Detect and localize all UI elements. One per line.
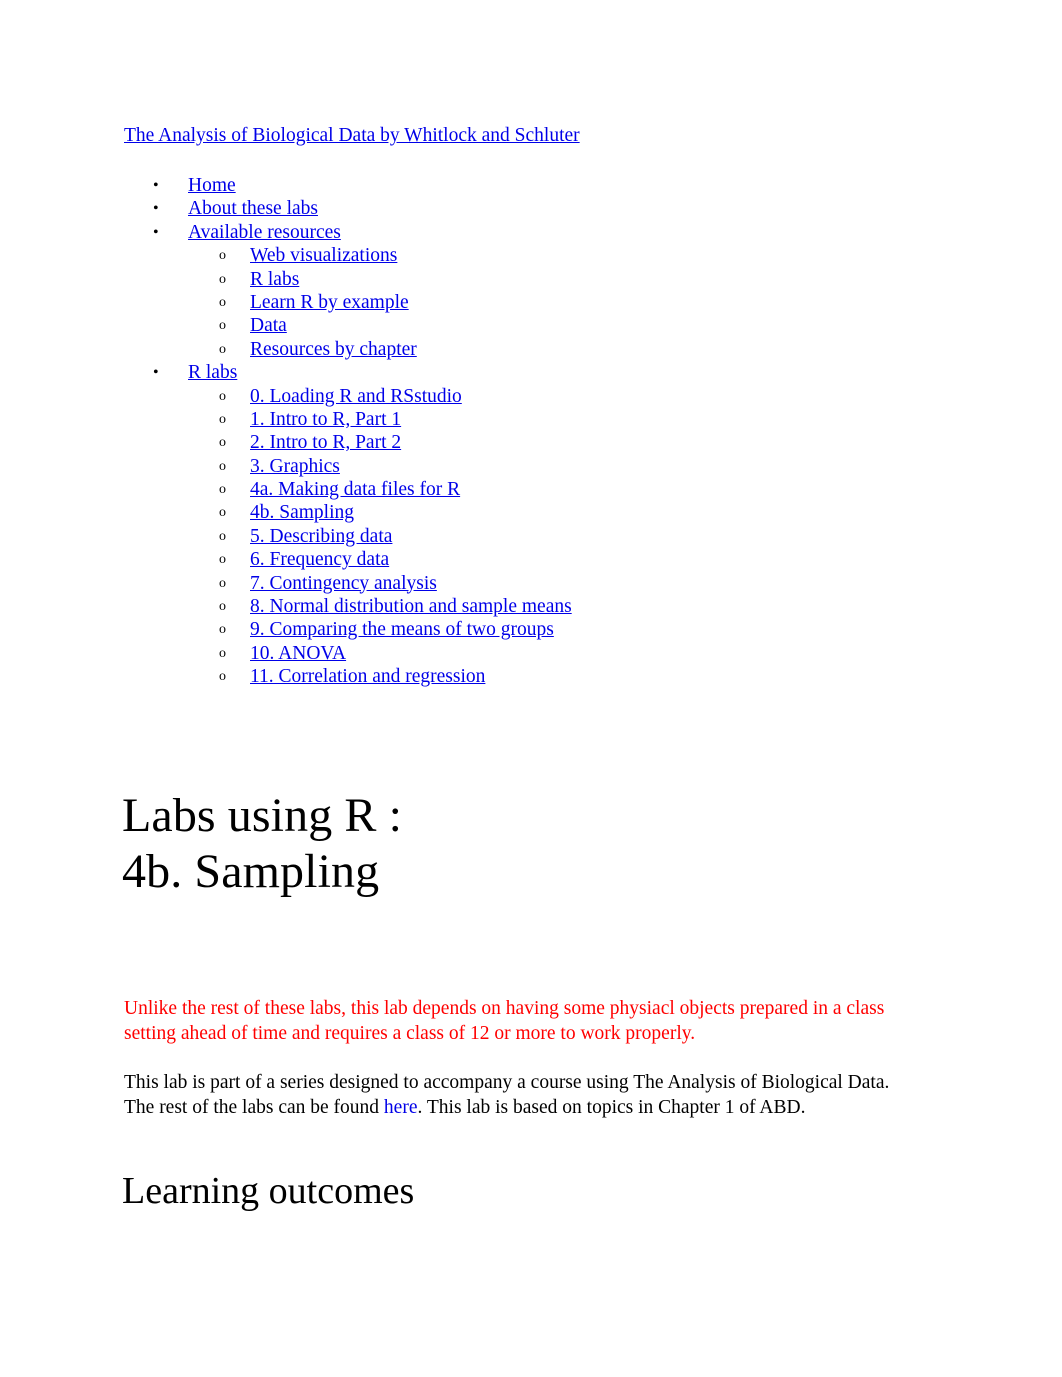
- nav-item-link[interactable]: Home: [188, 174, 236, 197]
- circle-bullet-icon: o: [219, 528, 226, 544]
- circle-bullet-icon: o: [219, 294, 226, 310]
- nav-item-link[interactable]: Data: [250, 314, 287, 337]
- nav-item-link[interactable]: About these labs: [188, 197, 318, 220]
- nav-item: o 2. Intro to R, Part 2: [0, 431, 900, 454]
- nav-item: o Learn R by example: [0, 291, 900, 314]
- nav-item-link[interactable]: 11. Correlation and regression: [250, 665, 485, 688]
- nav-item: o 7. Contingency analysis: [0, 572, 900, 595]
- nav-item: o 3. Graphics: [0, 455, 900, 478]
- nav-item: o 6. Frequency data: [0, 548, 900, 571]
- nav-item: o 10. ANOVA: [0, 642, 900, 665]
- nav-item: o Data: [0, 314, 900, 337]
- circle-bullet-icon: o: [219, 388, 226, 404]
- nav-item: o Resources by chapter: [0, 338, 900, 361]
- circle-bullet-icon: o: [219, 248, 226, 264]
- nav-item-link[interactable]: Available resources: [188, 221, 341, 244]
- nav-item-link[interactable]: 7. Contingency analysis: [250, 572, 437, 595]
- circle-bullet-icon: o: [219, 552, 226, 568]
- nav-item: o 4a. Making data files for R: [0, 478, 900, 501]
- intro-paragraph: This lab is part of a series designed to…: [124, 1070, 924, 1121]
- nav-item: o 5. Describing data: [0, 525, 900, 548]
- nav-item: o R labs: [0, 268, 900, 291]
- intro-text-after-link: . This lab is based on topics in Chapter…: [417, 1097, 806, 1118]
- circle-bullet-icon: o: [219, 622, 226, 638]
- nav-item: • About these labs: [0, 197, 900, 220]
- nav-item: • R labs: [0, 361, 900, 384]
- bullet-icon: •: [153, 177, 159, 194]
- nav-item-link[interactable]: 4a. Making data files for R: [250, 478, 460, 501]
- bullet-icon: •: [153, 364, 159, 382]
- nav-item: o 1. Intro to R, Part 1: [0, 408, 900, 431]
- circle-bullet-icon: o: [219, 645, 226, 661]
- nav-item: o 4b. Sampling: [0, 501, 900, 524]
- circle-bullet-icon: o: [219, 575, 226, 591]
- bullet-icon: •: [153, 223, 159, 241]
- nav-item-link[interactable]: 3. Graphics: [250, 455, 340, 478]
- page-title-line-2: 4b. Sampling: [122, 845, 380, 898]
- nav-item-link[interactable]: 0. Loading R and RSstudio: [250, 385, 462, 408]
- circle-bullet-icon: o: [219, 435, 226, 451]
- warning-notice: Unlike the rest of these labs, this lab …: [124, 997, 885, 1045]
- nav-item: o 11. Correlation and regression: [0, 665, 900, 688]
- circle-bullet-icon: o: [219, 482, 226, 498]
- circle-bullet-icon: o: [219, 341, 226, 357]
- site-navigation-list: • Home • About these labs • Available resourc…: [0, 174, 900, 689]
- circle-bullet-icon: o: [219, 271, 226, 287]
- nav-item-link[interactable]: 4b. Sampling: [250, 501, 354, 524]
- nav-item-link[interactable]: R labs: [250, 268, 299, 291]
- nav-item-link[interactable]: 5. Describing data: [250, 525, 392, 548]
- site-title-link[interactable]: The Analysis of Biological Data by Whitl…: [124, 124, 580, 147]
- labs-index-link[interactable]: here: [384, 1097, 418, 1118]
- page-title: Labs using R : 4b. Sampling: [122, 788, 402, 900]
- nav-item-link[interactable]: R labs: [188, 361, 237, 384]
- circle-bullet-icon: o: [219, 411, 226, 427]
- circle-bullet-icon: o: [219, 669, 226, 685]
- nav-item-link[interactable]: 10. ANOVA: [250, 642, 346, 665]
- circle-bullet-icon: o: [219, 318, 226, 334]
- circle-bullet-icon: o: [219, 458, 226, 474]
- page-title-line-1: Labs using R :: [122, 789, 403, 842]
- nav-item: o 0. Loading R and RSstudio: [0, 385, 900, 408]
- nav-item: o Web visualizations: [0, 244, 900, 267]
- nav-item-link[interactable]: 6. Frequency data: [250, 548, 389, 571]
- nav-item-link[interactable]: Web visualizations: [250, 244, 397, 267]
- nav-item-link[interactable]: 8. Normal distribution and sample means: [250, 595, 572, 618]
- nav-item-link[interactable]: 9. Comparing the means of two groups: [250, 618, 554, 641]
- nav-item-link[interactable]: Resources by chapter: [250, 338, 417, 361]
- bullet-icon: •: [153, 200, 159, 218]
- nav-item-link[interactable]: 1. Intro to R, Part 1: [250, 408, 401, 431]
- nav-item: • Available resources: [0, 221, 900, 244]
- nav-item-link[interactable]: Learn R by example: [250, 291, 409, 314]
- circle-bullet-icon: o: [219, 505, 226, 521]
- nav-item: o 8. Normal distribution and sample means: [0, 595, 900, 618]
- nav-item-link[interactable]: 2. Intro to R, Part 2: [250, 431, 401, 454]
- nav-item: o 9. Comparing the means of two groups: [0, 618, 900, 641]
- nav-item: • Home: [0, 174, 900, 197]
- section-heading-learning-outcomes: Learning outcomes: [122, 1170, 415, 1212]
- circle-bullet-icon: o: [219, 599, 226, 615]
